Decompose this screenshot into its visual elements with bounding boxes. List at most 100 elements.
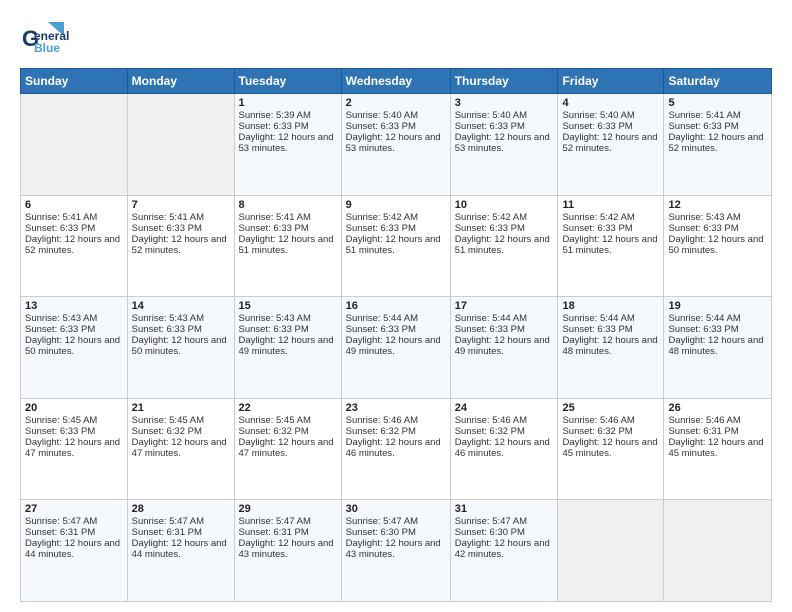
daylight-text: Daylight: 12 hours and 50 minutes. [668,234,763,256]
day-cell: 9Sunrise: 5:42 AMSunset: 6:33 PMDaylight… [341,195,450,297]
sunrise-text: Sunrise: 5:43 AM [668,212,740,223]
sunset-text: Sunset: 6:33 PM [346,121,416,132]
day-cell: 7Sunrise: 5:41 AMSunset: 6:33 PMDaylight… [127,195,234,297]
page: G eneral Blue SundayMondayTuesdayWednesd… [0,0,792,612]
daylight-text: Daylight: 12 hours and 49 minutes. [346,335,441,357]
day-number: 4 [562,97,659,109]
day-number: 2 [346,97,446,109]
day-cell: 2Sunrise: 5:40 AMSunset: 6:33 PMDaylight… [341,94,450,196]
daylight-text: Daylight: 12 hours and 51 minutes. [455,234,550,256]
daylight-text: Daylight: 12 hours and 51 minutes. [239,234,334,256]
week-row-2: 6Sunrise: 5:41 AMSunset: 6:33 PMDaylight… [21,195,772,297]
day-number: 26 [668,402,767,414]
daylight-text: Daylight: 12 hours and 45 minutes. [668,437,763,459]
sunrise-text: Sunrise: 5:44 AM [668,313,740,324]
daylight-text: Daylight: 12 hours and 51 minutes. [562,234,657,256]
daylight-text: Daylight: 12 hours and 53 minutes. [455,132,550,154]
daylight-text: Daylight: 12 hours and 48 minutes. [668,335,763,357]
day-cell: 13Sunrise: 5:43 AMSunset: 6:33 PMDayligh… [21,297,128,399]
sunset-text: Sunset: 6:31 PM [239,527,309,538]
day-number: 17 [455,300,554,312]
calendar-table: SundayMondayTuesdayWednesdayThursdayFrid… [20,68,772,602]
logo-icon: G eneral Blue [20,18,72,60]
sunrise-text: Sunrise: 5:46 AM [562,415,634,426]
sunrise-text: Sunrise: 5:45 AM [25,415,97,426]
sunset-text: Sunset: 6:33 PM [668,223,738,234]
day-cell [558,500,664,602]
day-number: 10 [455,199,554,211]
day-number: 28 [132,503,230,515]
header: G eneral Blue [20,18,772,60]
daylight-text: Daylight: 12 hours and 48 minutes. [562,335,657,357]
sunset-text: Sunset: 6:33 PM [25,223,95,234]
day-number: 12 [668,199,767,211]
weekday-friday: Friday [558,69,664,94]
sunrise-text: Sunrise: 5:42 AM [455,212,527,223]
day-number: 24 [455,402,554,414]
day-number: 15 [239,300,337,312]
sunrise-text: Sunrise: 5:47 AM [455,516,527,527]
day-cell: 18Sunrise: 5:44 AMSunset: 6:33 PMDayligh… [558,297,664,399]
sunset-text: Sunset: 6:33 PM [25,324,95,335]
sunrise-text: Sunrise: 5:45 AM [132,415,204,426]
daylight-text: Daylight: 12 hours and 44 minutes. [25,538,120,560]
day-number: 18 [562,300,659,312]
daylight-text: Daylight: 12 hours and 46 minutes. [346,437,441,459]
weekday-saturday: Saturday [664,69,772,94]
sunrise-text: Sunrise: 5:41 AM [132,212,204,223]
sunrise-text: Sunrise: 5:44 AM [455,313,527,324]
sunrise-text: Sunrise: 5:41 AM [668,110,740,121]
day-cell: 6Sunrise: 5:41 AMSunset: 6:33 PMDaylight… [21,195,128,297]
day-number: 7 [132,199,230,211]
weekday-wednesday: Wednesday [341,69,450,94]
sunset-text: Sunset: 6:33 PM [25,426,95,437]
sunrise-text: Sunrise: 5:47 AM [239,516,311,527]
day-cell: 23Sunrise: 5:46 AMSunset: 6:32 PMDayligh… [341,398,450,500]
daylight-text: Daylight: 12 hours and 52 minutes. [25,234,120,256]
daylight-text: Daylight: 12 hours and 45 minutes. [562,437,657,459]
weekday-monday: Monday [127,69,234,94]
sunrise-text: Sunrise: 5:43 AM [239,313,311,324]
sunset-text: Sunset: 6:33 PM [668,121,738,132]
daylight-text: Daylight: 12 hours and 47 minutes. [25,437,120,459]
day-number: 6 [25,199,123,211]
sunrise-text: Sunrise: 5:42 AM [562,212,634,223]
sunset-text: Sunset: 6:33 PM [239,223,309,234]
sunset-text: Sunset: 6:33 PM [239,121,309,132]
day-number: 3 [455,97,554,109]
sunrise-text: Sunrise: 5:47 AM [132,516,204,527]
sunrise-text: Sunrise: 5:46 AM [455,415,527,426]
day-cell [21,94,128,196]
sunset-text: Sunset: 6:33 PM [346,324,416,335]
sunrise-text: Sunrise: 5:39 AM [239,110,311,121]
weekday-header-row: SundayMondayTuesdayWednesdayThursdayFrid… [21,69,772,94]
day-cell: 10Sunrise: 5:42 AMSunset: 6:33 PMDayligh… [450,195,558,297]
daylight-text: Daylight: 12 hours and 42 minutes. [455,538,550,560]
daylight-text: Daylight: 12 hours and 44 minutes. [132,538,227,560]
sunrise-text: Sunrise: 5:47 AM [346,516,418,527]
sunrise-text: Sunrise: 5:47 AM [25,516,97,527]
day-number: 29 [239,503,337,515]
day-number: 27 [25,503,123,515]
sunrise-text: Sunrise: 5:41 AM [239,212,311,223]
sunrise-text: Sunrise: 5:41 AM [25,212,97,223]
day-cell: 16Sunrise: 5:44 AMSunset: 6:33 PMDayligh… [341,297,450,399]
sunset-text: Sunset: 6:32 PM [455,426,525,437]
day-cell: 21Sunrise: 5:45 AMSunset: 6:32 PMDayligh… [127,398,234,500]
day-number: 16 [346,300,446,312]
day-cell: 25Sunrise: 5:46 AMSunset: 6:32 PMDayligh… [558,398,664,500]
day-number: 22 [239,402,337,414]
sunset-text: Sunset: 6:30 PM [455,527,525,538]
sunrise-text: Sunrise: 5:46 AM [346,415,418,426]
daylight-text: Daylight: 12 hours and 47 minutes. [132,437,227,459]
daylight-text: Daylight: 12 hours and 52 minutes. [562,132,657,154]
weekday-sunday: Sunday [21,69,128,94]
day-number: 30 [346,503,446,515]
sunset-text: Sunset: 6:30 PM [346,527,416,538]
day-cell: 22Sunrise: 5:45 AMSunset: 6:32 PMDayligh… [234,398,341,500]
day-number: 21 [132,402,230,414]
sunset-text: Sunset: 6:31 PM [668,426,738,437]
day-cell: 31Sunrise: 5:47 AMSunset: 6:30 PMDayligh… [450,500,558,602]
logo: G eneral Blue [20,18,74,60]
sunset-text: Sunset: 6:31 PM [132,527,202,538]
